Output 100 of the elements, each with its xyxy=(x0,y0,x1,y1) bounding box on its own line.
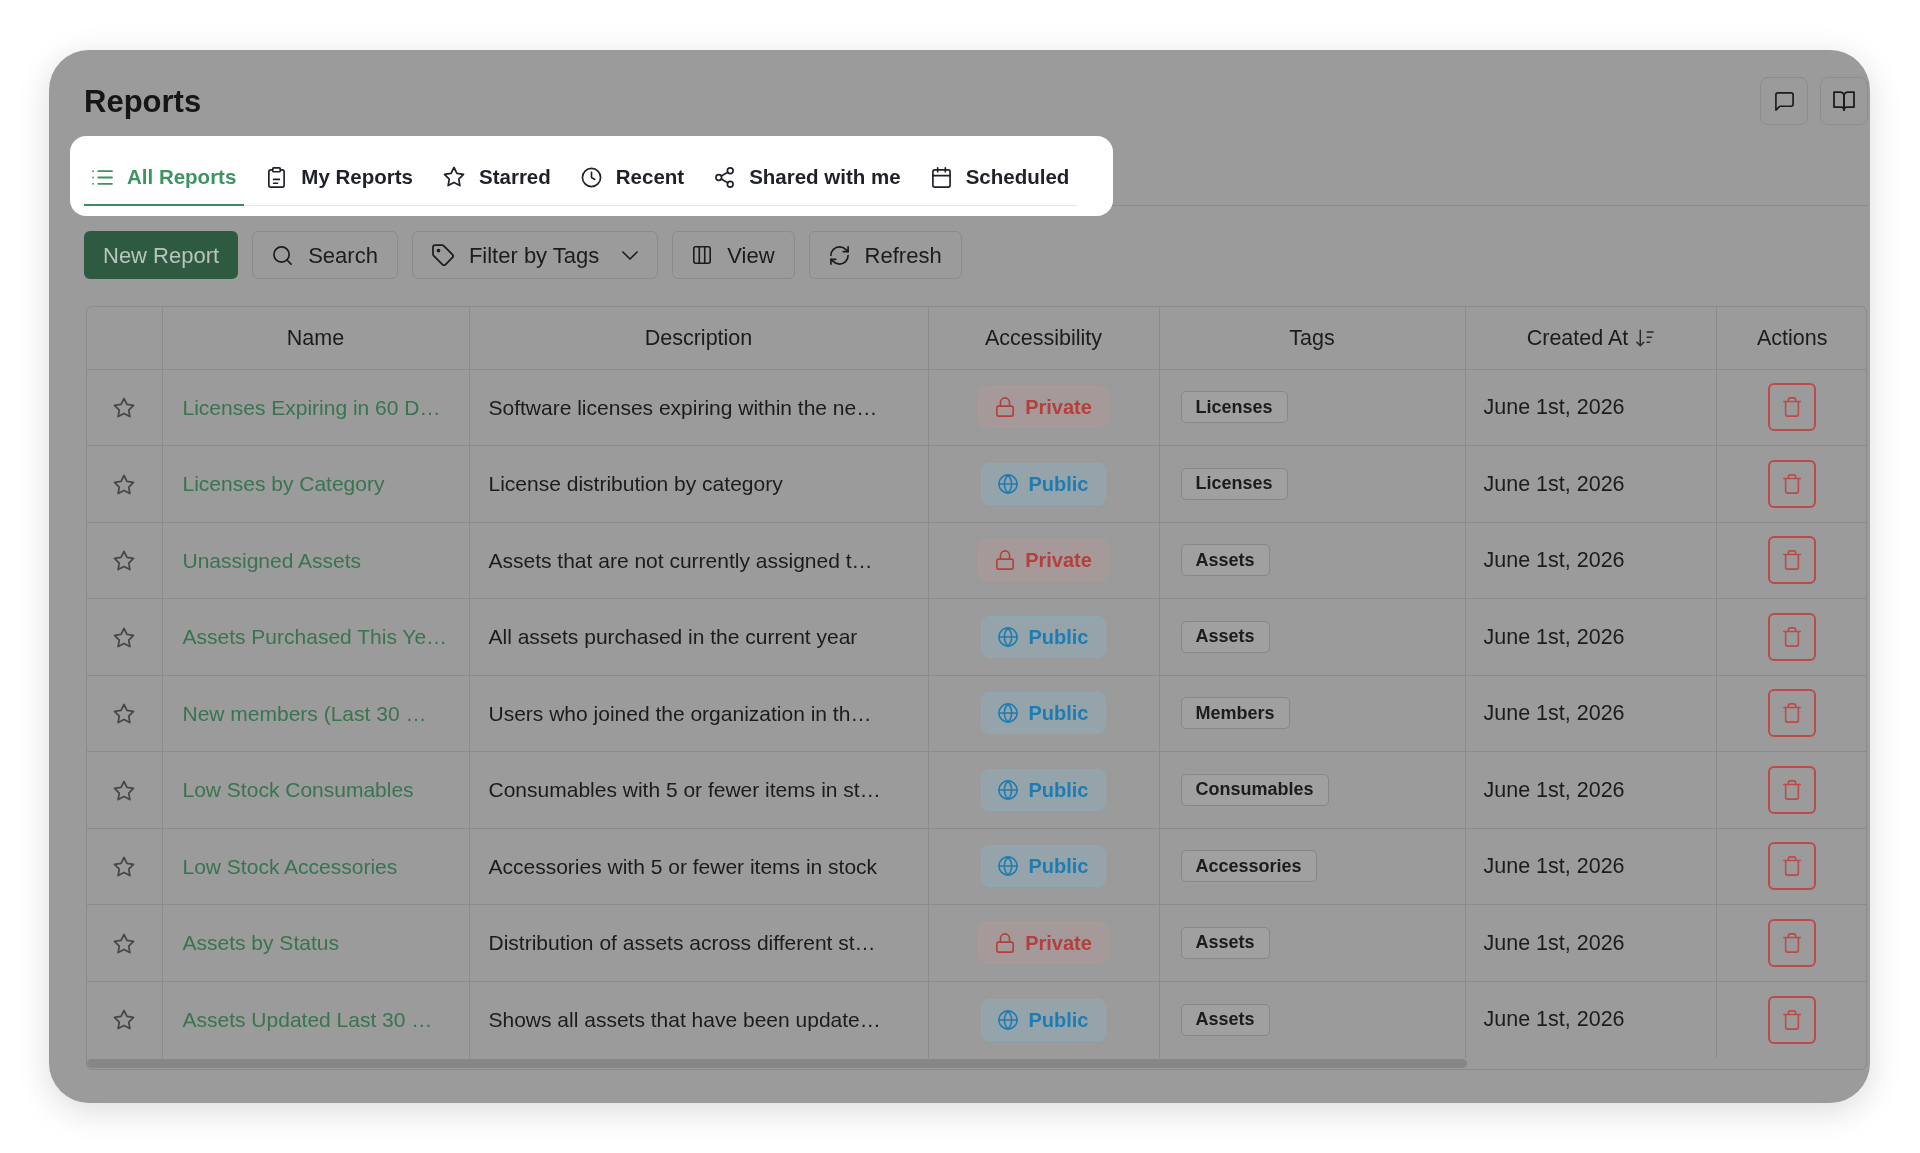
trash-icon xyxy=(1782,473,1803,494)
trash-icon xyxy=(1782,703,1803,724)
delete-button[interactable] xyxy=(1768,612,1817,661)
chat-icon xyxy=(1773,90,1795,112)
refresh-icon xyxy=(828,244,850,266)
description-text: Software licenses expiring within the ne… xyxy=(488,395,878,419)
star-icon[interactable] xyxy=(113,550,136,572)
tab[interactable]: Recent xyxy=(572,150,693,206)
trash-icon xyxy=(1782,626,1803,647)
globe-icon xyxy=(998,626,1019,647)
globe-icon xyxy=(998,779,1019,800)
tab[interactable]: All Reports xyxy=(84,150,245,206)
calendar-icon xyxy=(930,166,952,188)
globe-icon xyxy=(998,856,1019,877)
clipboard-icon xyxy=(266,166,288,188)
tag-badge: Licenses xyxy=(1180,391,1288,424)
sort-descending-icon[interactable] xyxy=(1636,328,1655,347)
access-label: Private xyxy=(1025,548,1092,574)
toolbar-button[interactable]: Search xyxy=(252,231,398,279)
access-label: Private xyxy=(1025,930,1092,956)
tag-badge: Assets xyxy=(1180,620,1270,653)
star-icon[interactable] xyxy=(113,1009,136,1032)
search-icon xyxy=(272,244,294,266)
delete-button[interactable] xyxy=(1768,459,1817,508)
delete-button[interactable] xyxy=(1768,536,1817,585)
delete-button[interactable] xyxy=(1768,689,1817,738)
access-label: Public xyxy=(1028,701,1089,727)
columns-icon xyxy=(692,245,713,265)
date-text: June 1st, 2026 xyxy=(1483,624,1625,649)
tag-badge: Assets xyxy=(1180,544,1270,577)
trash-icon xyxy=(1782,932,1803,953)
new-report-button[interactable]: New Report xyxy=(84,231,239,279)
delete-button[interactable] xyxy=(1768,918,1817,967)
column-header: Name xyxy=(286,324,345,352)
date-text: June 1st, 2026 xyxy=(1483,777,1625,802)
description-text: All assets purchased in the current year xyxy=(488,625,858,648)
trash-icon xyxy=(1782,1009,1803,1030)
date-text: June 1st, 2026 xyxy=(1483,701,1625,726)
star-icon[interactable] xyxy=(113,703,136,725)
description-text: Shows all assets that have been update… xyxy=(488,1007,881,1031)
delete-button[interactable] xyxy=(1768,383,1817,432)
toolbar-button[interactable]: View xyxy=(672,231,795,279)
star-icon[interactable] xyxy=(113,856,136,878)
toolbar-button[interactable]: Refresh xyxy=(808,231,962,279)
date-text: June 1st, 2026 xyxy=(1483,471,1625,496)
book-icon xyxy=(1833,90,1855,112)
book-button[interactable] xyxy=(1820,77,1868,125)
tab[interactable]: Shared with me xyxy=(706,150,909,206)
trash-icon xyxy=(1782,397,1803,418)
access-label: Private xyxy=(1025,395,1092,421)
access-label: Public xyxy=(1028,854,1089,880)
page-title: Reports xyxy=(84,85,202,117)
trash-icon xyxy=(1782,856,1803,877)
chat-button[interactable] xyxy=(1760,77,1808,125)
column-header: Accessibility xyxy=(984,324,1103,352)
date-text: June 1st, 2026 xyxy=(1483,854,1625,879)
tag-icon xyxy=(431,244,454,266)
column-header: Actions xyxy=(1757,324,1828,352)
tag-badge: Assets xyxy=(1180,1003,1270,1036)
date-text: June 1st, 2026 xyxy=(1483,1007,1625,1032)
tab[interactable]: Starred xyxy=(435,150,559,206)
tag-badge: Accessories xyxy=(1180,850,1317,883)
access-label: Public xyxy=(1028,471,1089,497)
access-label: Public xyxy=(1028,1007,1089,1033)
description-text: Distribution of assets across different st… xyxy=(488,931,876,954)
tag-badge: Assets xyxy=(1180,926,1270,959)
trash-icon xyxy=(1782,779,1803,800)
description-text: Users who joined the organization in th… xyxy=(488,701,872,725)
column-header: Created At xyxy=(1526,324,1629,352)
delete-button[interactable] xyxy=(1768,765,1817,814)
star-icon[interactable] xyxy=(113,473,136,496)
delete-button[interactable] xyxy=(1768,995,1817,1044)
globe-icon xyxy=(998,473,1019,494)
lock-icon xyxy=(995,550,1016,571)
access-label: Public xyxy=(1028,777,1089,803)
date-text: June 1st, 2026 xyxy=(1483,395,1625,420)
delete-button[interactable] xyxy=(1768,842,1817,891)
clock-icon xyxy=(580,166,602,188)
lock-icon xyxy=(995,397,1016,418)
access-label: Public xyxy=(1028,624,1089,650)
tag-badge: Licenses xyxy=(1180,467,1288,500)
description-text: Accessories with 5 or fewer items in stock xyxy=(488,854,878,878)
star-icon[interactable] xyxy=(113,626,136,649)
description-text: Consumables with 5 or fewer items in st… xyxy=(488,778,881,801)
star-icon[interactable] xyxy=(113,779,136,802)
star-icon[interactable] xyxy=(113,932,136,955)
tab[interactable]: My Reports xyxy=(258,150,421,206)
description-text: License distribution by category xyxy=(488,472,783,495)
column-header: Tags xyxy=(1289,324,1335,352)
chevron-down-icon xyxy=(622,250,639,260)
star-icon[interactable] xyxy=(113,397,136,419)
dropdown-button[interactable]: Filter by Tags xyxy=(411,231,659,279)
list-icon xyxy=(92,169,113,185)
tab[interactable]: Scheduled xyxy=(922,150,1078,206)
star-icon xyxy=(443,166,465,188)
tag-badge: Members xyxy=(1180,697,1290,730)
description-text: Assets that are not currently assigned t… xyxy=(488,548,873,572)
column-header: Description xyxy=(644,324,753,352)
trash-icon xyxy=(1782,550,1803,571)
share-icon xyxy=(714,166,736,188)
